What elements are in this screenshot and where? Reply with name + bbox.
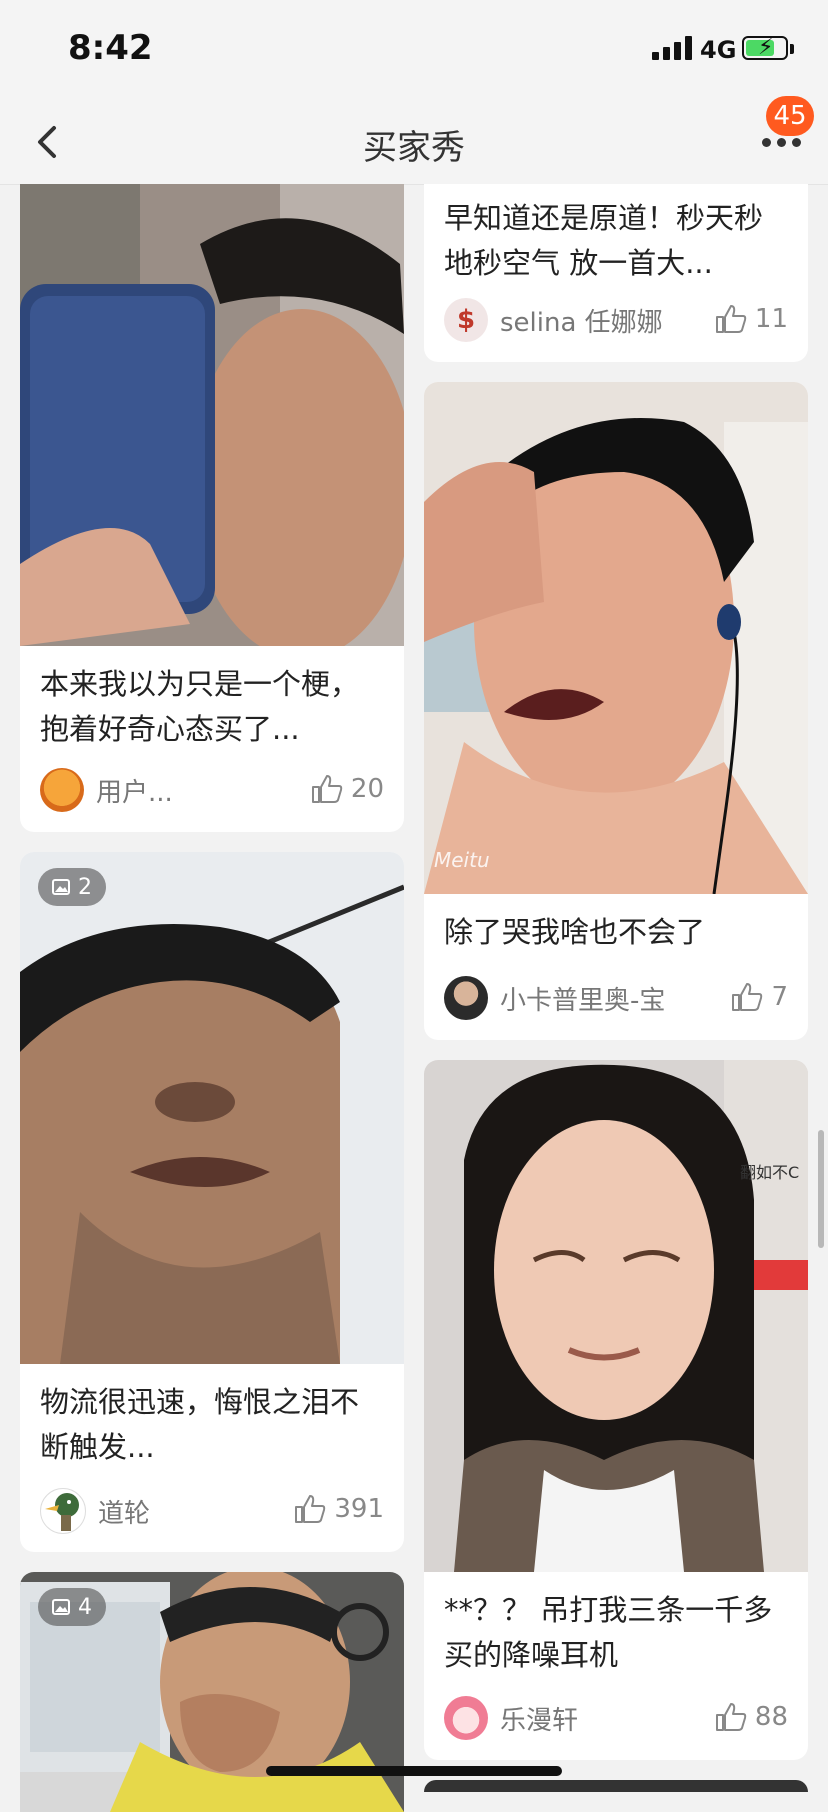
post-image[interactable]: Meitu: [424, 382, 808, 894]
post-caption: 物流很迅速，悔恨之泪不断触发...: [40, 1385, 360, 1464]
photo-count-badge: 2: [38, 868, 106, 906]
post-caption: 本来我以为只是一个梗，抱着好奇心态买了...: [40, 667, 360, 746]
post-caption: **？？ 吊打我三条一千多买的降噪耳机: [444, 1593, 773, 1672]
nav-bar: 买家秀 45: [0, 96, 828, 185]
post-card[interactable]: 本来我以为只是一个梗，抱着好奇心态买了... 用户... 20: [20, 184, 404, 832]
avatar: [444, 1696, 488, 1740]
network-label: 4G: [700, 36, 737, 64]
page-title: 买家秀: [363, 128, 465, 168]
more-dots-icon[interactable]: [762, 134, 806, 150]
author-name: selina 任娜娜: [500, 307, 663, 338]
status-bar: 8:42 4G ⚡: [0, 0, 828, 100]
avatar: [40, 768, 84, 812]
notification-badge: 45: [766, 96, 814, 136]
like-count: 391: [334, 1494, 384, 1524]
like-count: 88: [754, 1702, 788, 1732]
post-card[interactable]: [424, 1780, 808, 1792]
post-image[interactable]: [20, 184, 404, 646]
post-author[interactable]: 乐漫轩: [444, 1696, 578, 1740]
battery-cap: [790, 44, 794, 54]
like-button[interactable]: 391: [294, 1494, 384, 1524]
post-author[interactable]: 用户...: [40, 768, 173, 812]
author-name: 乐漫轩: [500, 1705, 579, 1736]
like-count: 20: [350, 774, 384, 804]
post-card[interactable]: 4: [20, 1572, 404, 1812]
post-caption: 除了哭我啥也不会了: [444, 915, 706, 949]
like-button[interactable]: 20: [311, 774, 384, 804]
scrollbar[interactable]: [818, 1130, 824, 1248]
avatar: $: [444, 298, 488, 342]
watermark-text: Meitu: [434, 848, 490, 872]
photo-count: 2: [78, 874, 92, 900]
thumbs-up-icon: [715, 1703, 747, 1731]
post-card[interactable]: 翻如不C **？？ 吊打我三条一千多买的降噪耳机 乐漫轩 88: [424, 1060, 808, 1760]
avatar: [40, 1488, 86, 1534]
status-time: 8:42: [68, 28, 153, 68]
author-name: 用户...: [96, 777, 173, 808]
avatar: [444, 976, 488, 1020]
like-button[interactable]: 11: [715, 304, 788, 334]
post-card[interactable]: 早知道还是原道！秒天秒地秒空气 放一首大... $ selina 任娜娜 11: [424, 184, 808, 362]
post-card[interactable]: 2 物流很迅速，悔恨之泪不断触发... 道轮 391: [20, 852, 404, 1552]
post-author[interactable]: $ selina 任娜娜: [444, 298, 663, 342]
thumbs-up-icon: [715, 305, 747, 333]
post-image[interactable]: 翻如不C: [424, 1060, 808, 1572]
author-name: 小卡普里奥-宝: [500, 985, 666, 1016]
background-sign-text: 翻如不C: [740, 1163, 799, 1182]
photo-count-badge: 4: [38, 1588, 106, 1626]
photo-count: 4: [78, 1594, 92, 1620]
like-button[interactable]: 88: [715, 1702, 788, 1732]
post-image[interactable]: 4: [20, 1572, 404, 1812]
like-button[interactable]: 7: [731, 982, 788, 1012]
like-count: 11: [754, 304, 788, 334]
post-author[interactable]: 小卡普里奥-宝: [444, 976, 665, 1020]
thumbs-up-icon: [311, 775, 343, 803]
battery-icon: ⚡: [742, 35, 788, 60]
post-card[interactable]: Meitu 除了哭我啥也不会了 小卡普里奥-宝 7: [424, 382, 808, 1040]
thumbs-up-icon: [295, 1495, 326, 1523]
author-name: 道轮: [98, 1498, 151, 1529]
post-author[interactable]: 道轮: [40, 1488, 150, 1534]
home-indicator[interactable]: [266, 1766, 562, 1776]
like-count: 7: [771, 982, 788, 1012]
thumbs-up-icon: [732, 983, 763, 1011]
signal-icon: [652, 36, 692, 60]
image-icon: [52, 1599, 70, 1615]
post-image[interactable]: 2: [20, 852, 404, 1364]
post-caption: 早知道还是原道！秒天秒地秒空气 放一首大...: [444, 201, 764, 280]
image-icon: [52, 879, 70, 895]
